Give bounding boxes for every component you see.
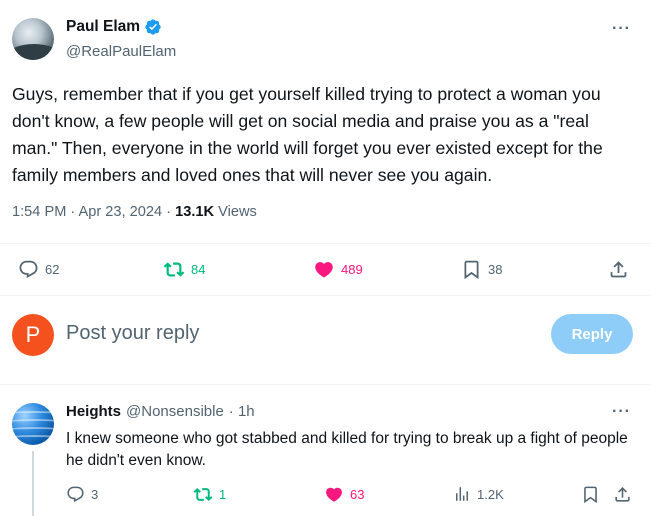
retweet-count: 1 bbox=[219, 487, 227, 502]
like-action[interactable]: 63 bbox=[324, 485, 364, 504]
divider bbox=[0, 243, 651, 244]
user-avatar[interactable]: P bbox=[12, 314, 54, 356]
retweet-action[interactable]: 84 bbox=[163, 259, 205, 280]
reply-count: 62 bbox=[45, 262, 60, 277]
bookmark-action[interactable]: 38 bbox=[461, 259, 502, 280]
tweet-meta: 1:54 PM · Apr 23, 2024 · 13.1K Views bbox=[12, 204, 257, 220]
bookmark-icon bbox=[584, 486, 597, 504]
reply-icon bbox=[67, 486, 84, 503]
like-count: 63 bbox=[350, 487, 365, 502]
bookmark-icon bbox=[464, 260, 479, 280]
reply-author-avatar[interactable] bbox=[12, 403, 54, 445]
more-icon[interactable]: ··· bbox=[612, 403, 631, 421]
author-name-row[interactable]: Paul Elam bbox=[66, 18, 162, 36]
share-action[interactable] bbox=[613, 485, 632, 504]
views-action[interactable]: 1.2K bbox=[453, 485, 504, 503]
author-handle[interactable]: @RealPaulElam bbox=[66, 43, 176, 60]
author-avatar[interactable] bbox=[12, 18, 54, 60]
views-count: 1.2K bbox=[477, 486, 504, 502]
reply-icon bbox=[19, 260, 38, 278]
like-action[interactable]: 489 bbox=[313, 259, 363, 280]
divider bbox=[0, 384, 651, 385]
reply-author-row: Heights @Nonsensible · 1h bbox=[66, 403, 255, 420]
reply-button[interactable]: Reply bbox=[551, 314, 633, 354]
retweet-icon bbox=[163, 262, 185, 277]
tweet-time[interactable]: 1:54 PM bbox=[12, 204, 66, 220]
author-name[interactable]: Paul Elam bbox=[66, 18, 140, 36]
reply-action[interactable]: 3 bbox=[66, 485, 98, 504]
reply-text: I knew someone who got stabbed and kille… bbox=[66, 430, 628, 469]
views-label: Views bbox=[218, 204, 257, 220]
views-icon bbox=[456, 487, 468, 501]
like-count: 489 bbox=[341, 262, 363, 277]
reply-author-handle[interactable]: @Nonsensible bbox=[126, 403, 224, 420]
share-icon bbox=[615, 487, 630, 502]
thread-line bbox=[32, 451, 34, 516]
tweet-date[interactable]: Apr 23, 2024 bbox=[79, 204, 163, 220]
reply-time[interactable]: · 1h bbox=[229, 403, 255, 420]
verified-badge-icon bbox=[145, 19, 161, 35]
views-count: 13.1K bbox=[175, 204, 215, 220]
reply-author-name[interactable]: Heights bbox=[66, 403, 121, 420]
tweet-text: Guys, remember that if you get yourself … bbox=[12, 84, 603, 185]
divider bbox=[0, 295, 651, 296]
reply-action[interactable]: 62 bbox=[18, 259, 59, 280]
retweet-count: 84 bbox=[191, 262, 206, 277]
reply-count: 3 bbox=[91, 487, 99, 502]
like-icon bbox=[326, 487, 342, 502]
share-action[interactable] bbox=[608, 259, 629, 280]
more-icon[interactable]: ··· bbox=[612, 20, 631, 38]
share-icon bbox=[610, 261, 627, 278]
reply-input[interactable]: Post your reply bbox=[66, 322, 199, 345]
bookmark-count: 38 bbox=[488, 262, 503, 277]
bookmark-action[interactable] bbox=[581, 485, 600, 504]
retweet-icon bbox=[193, 488, 213, 501]
retweet-action[interactable]: 1 bbox=[193, 485, 226, 504]
like-icon bbox=[315, 262, 333, 278]
